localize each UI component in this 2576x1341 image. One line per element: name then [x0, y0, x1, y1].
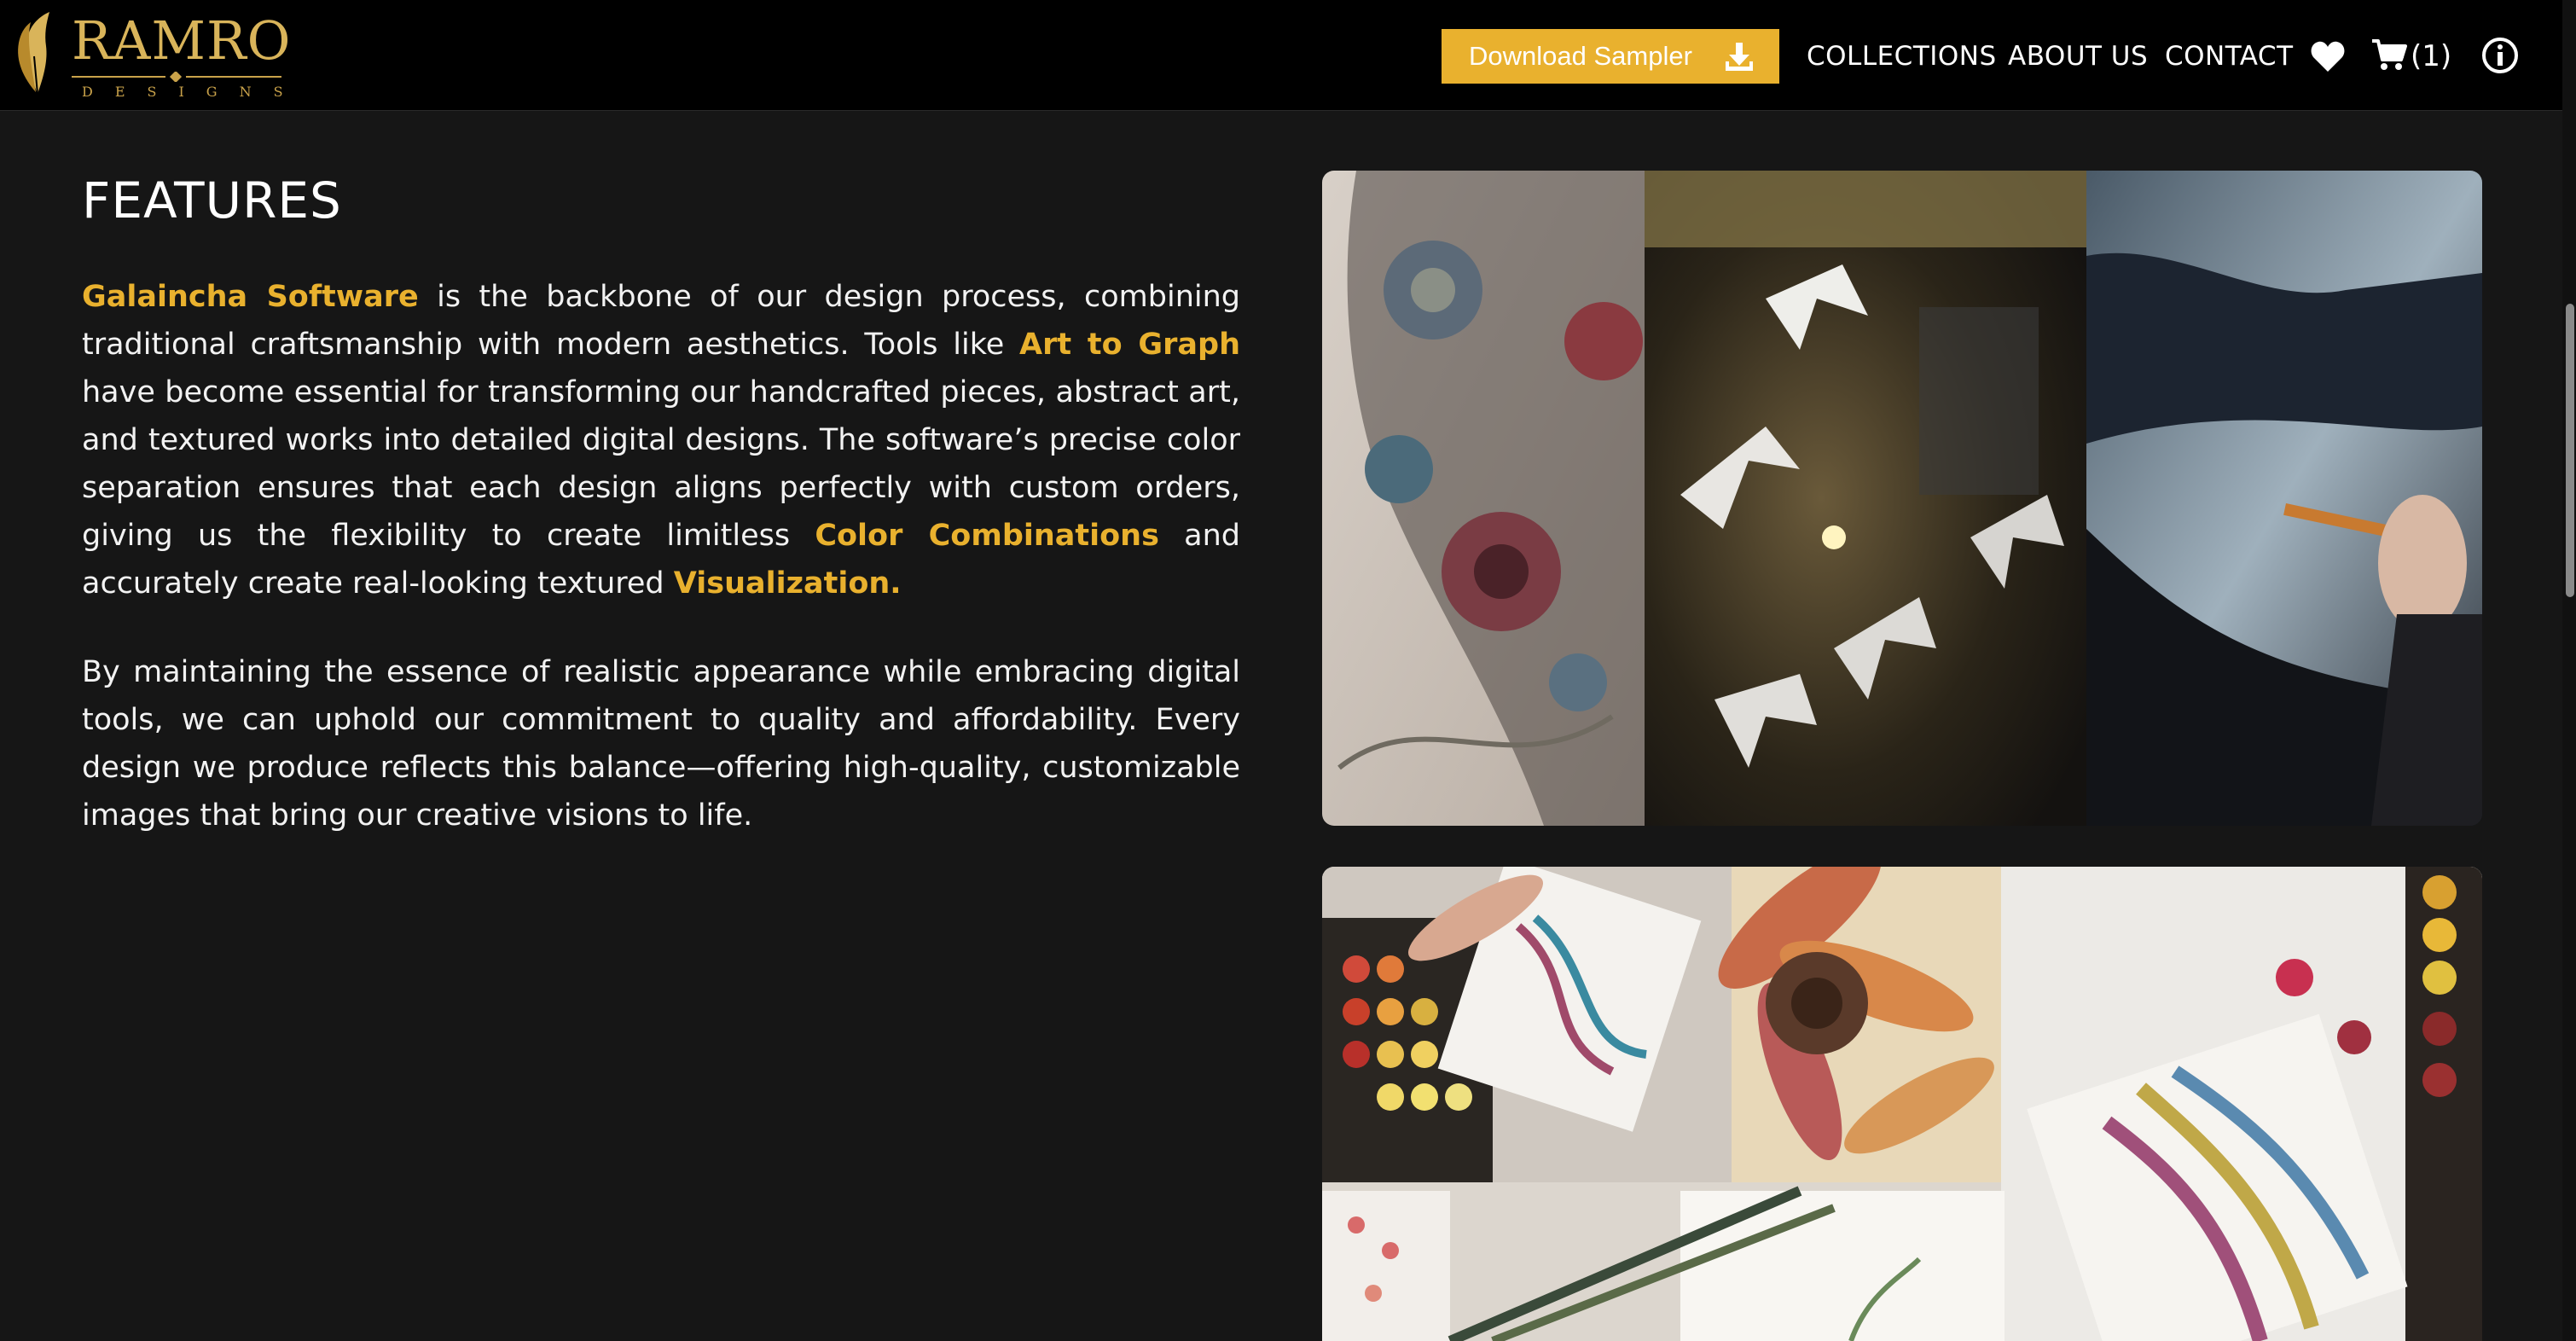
- visualization-link[interactable]: Visualization.: [674, 566, 902, 601]
- download-sampler-button[interactable]: Download Sampler: [1442, 29, 1779, 84]
- galaincha-software-link[interactable]: Galaincha Software: [82, 280, 419, 314]
- collage-artwork-2: [1322, 867, 2482, 1341]
- cart-icon: [2372, 39, 2407, 70]
- scrollbar-thumb[interactable]: [2566, 304, 2574, 597]
- collage-artwork-1: [1322, 171, 2482, 826]
- download-sampler-label: Download Sampler: [1469, 41, 1692, 71]
- logo-wordmark: RAMRO: [72, 9, 292, 72]
- heart-icon[interactable]: [2310, 39, 2346, 73]
- nav-collections[interactable]: COLLECTIONS: [1807, 36, 1997, 77]
- features-title: FEATURES: [82, 171, 342, 229]
- color-combinations-link[interactable]: Color Combinations: [815, 519, 1159, 553]
- ramro-designs-logo[interactable]: RAMRO DESIGNS: [12, 9, 305, 102]
- features-collage-image-2: [1322, 867, 2482, 1341]
- features-collage-image-1: [1322, 171, 2482, 826]
- features-paragraph-2: By maintaining the essence of realistic …: [82, 655, 1240, 833]
- logo-subline: DESIGNS: [82, 84, 305, 100]
- download-icon: [1726, 43, 1753, 71]
- logo-divider: [72, 72, 281, 82]
- nav-contact[interactable]: CONTACT: [2165, 36, 2294, 77]
- cart-count: (1): [2411, 39, 2452, 73]
- cart-button[interactable]: (1): [2371, 34, 2465, 78]
- page-scrollbar[interactable]: [2562, 0, 2576, 1341]
- info-icon[interactable]: [2480, 36, 2520, 75]
- art-to-graph-link[interactable]: Art to Graph: [1019, 328, 1240, 362]
- nav-about-us[interactable]: ABOUT US: [2008, 36, 2148, 77]
- site-header: RAMRO DESIGNS Download Sampler COLLECTIO…: [0, 0, 2562, 111]
- features-paragraph-1: Galaincha Software is the backbone of ou…: [82, 273, 1240, 607]
- feather-logo-icon: [18, 12, 49, 95]
